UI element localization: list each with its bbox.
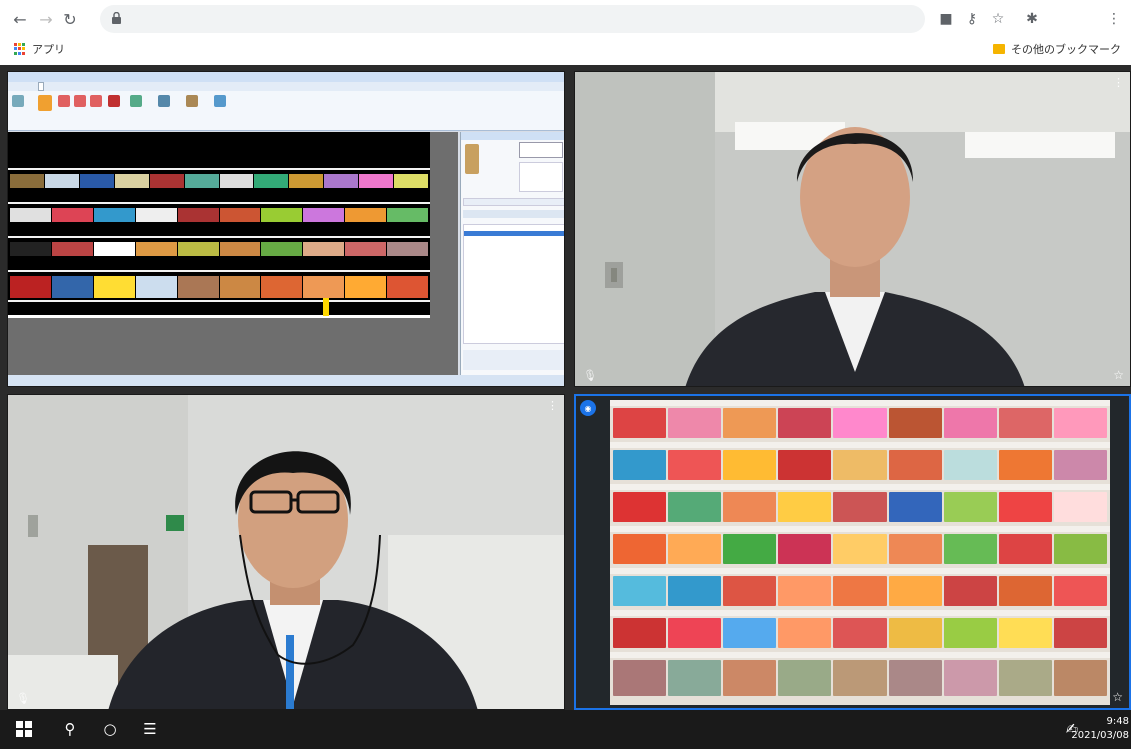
planogram-canvas[interactable] (8, 132, 458, 377)
back-icon[interactable]: ← (8, 7, 32, 31)
lock-icon (112, 12, 121, 24)
windows-taskbar: ⚲ ○ ☰ ✍ 9:48 2021/03/08 (0, 710, 1131, 749)
panel-buttons[interactable] (463, 198, 564, 206)
panel-tabs[interactable] (463, 210, 564, 218)
video-call-grid: ⋮ 🎙 ☆ ⋮ 🎙 ◉ ☆ (0, 65, 1131, 710)
forward-icon[interactable]: → (34, 7, 58, 31)
cortana-icon[interactable]: ○ (100, 719, 120, 739)
tile-options-icon[interactable]: ⋮ (547, 399, 558, 412)
product-preview-grid (519, 142, 563, 158)
taskbar-clock[interactable]: 9:48 2021/03/08 (1071, 715, 1129, 743)
task-view-icon[interactable]: ☰ (140, 719, 160, 739)
extensions-icon[interactable]: ✱ (1022, 9, 1042, 29)
bookmarks-bar: アプリ その他のブックマーク (0, 38, 1131, 60)
participant-video-2 (8, 395, 564, 709)
clock-date: 2021/03/08 (1071, 730, 1129, 741)
product-list[interactable] (463, 224, 564, 344)
mic-muted-icon: 🎙 (16, 692, 30, 705)
address-bar[interactable] (100, 5, 925, 33)
mic-muted-icon: 🎙 (583, 369, 597, 382)
store-shelf-tile[interactable]: ◉ ☆ (574, 394, 1131, 710)
other-bookmarks-label: その他のブックマーク (1011, 43, 1121, 56)
other-bookmarks[interactable]: その他のブックマーク (993, 41, 1121, 57)
planogram-base (8, 315, 430, 318)
participant-tile-1[interactable]: ⋮ 🎙 ☆ (574, 71, 1131, 387)
windows-start-icon[interactable] (14, 719, 34, 739)
apps-label: アプリ (32, 43, 65, 56)
speaking-indicator-icon: ◉ (580, 400, 596, 416)
app-ribbon (8, 91, 564, 131)
folder-icon (993, 44, 1005, 54)
clock-time: 9:48 (1106, 716, 1129, 727)
product-list-panel (460, 132, 564, 377)
app-ribbon-tabs (8, 82, 564, 91)
participant-tile-2[interactable]: ⋮ 🎙 (7, 394, 565, 710)
app-title-bar (8, 72, 564, 82)
reload-icon[interactable]: ↻ (58, 7, 82, 31)
pin-star-icon[interactable]: ☆ (1112, 690, 1123, 704)
pin-star-icon[interactable]: ☆ (1113, 368, 1124, 382)
search-icon[interactable]: ⚲ (60, 719, 80, 739)
tile-options-icon[interactable]: ⋮ (1113, 76, 1124, 89)
participant-video-1 (575, 72, 1130, 386)
planogram-shelf (8, 132, 430, 315)
dimension-fields (519, 162, 563, 192)
selection-marker (323, 298, 329, 316)
panel-footer-tabs[interactable] (463, 350, 564, 370)
key-icon[interactable]: ⚷ (962, 9, 982, 29)
apps-shortcut[interactable]: アプリ (14, 41, 65, 57)
product-thumbnail (465, 144, 479, 174)
screen-share-tile[interactable] (7, 71, 565, 387)
browser-toolbar: ← → ↻ ■ ⚷ ☆ ✱ ⋮ (0, 0, 1131, 38)
camera-icon[interactable]: ■ (936, 9, 956, 29)
store-shelf-video (610, 400, 1110, 705)
browser-chrome: ← → ↻ ■ ⚷ ☆ ✱ ⋮ アプリ その他のブックマーク (0, 0, 1131, 65)
app-status-bar (8, 375, 564, 386)
star-icon[interactable]: ☆ (988, 9, 1008, 29)
apps-grid-icon (14, 43, 26, 55)
menu-icon[interactable]: ⋮ (1104, 9, 1124, 29)
